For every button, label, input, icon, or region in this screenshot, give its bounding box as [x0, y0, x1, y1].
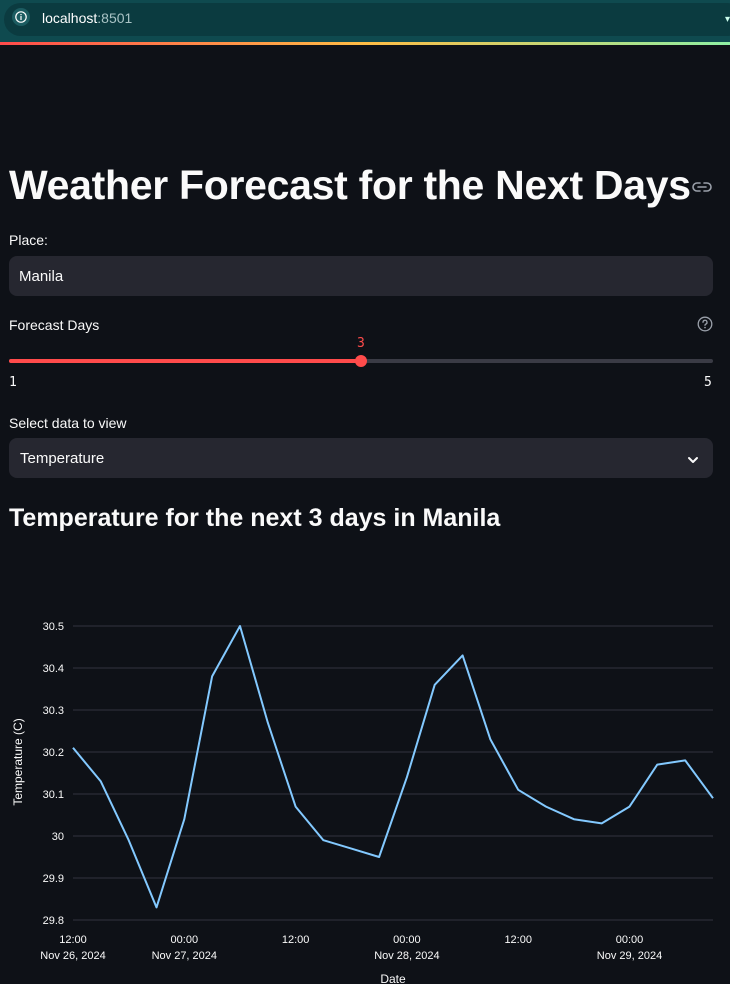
y-tick-label: 29.8: [43, 915, 64, 927]
x-tick-date-label: Nov 28, 2024: [374, 950, 439, 962]
chevron-down-icon[interactable]: ▾: [725, 14, 730, 25]
data-select-dropdown[interactable]: Temperature: [9, 438, 713, 478]
x-tick-label: 12:00: [282, 934, 310, 946]
temperature-line-chart[interactable]: 29.8 29.9 30 30.1 30.2 30.3 30.4 30.5 12:00 Nov …: [0, 600, 730, 984]
x-tick-label: 00:00: [616, 934, 644, 946]
app-header-decoration: [0, 42, 730, 45]
x-tick-label: 12:00: [504, 934, 532, 946]
chevron-down-icon[interactable]: [687, 452, 699, 470]
slider-current-value: 3: [357, 336, 365, 351]
x-tick-date-label: Nov 29, 2024: [597, 950, 662, 962]
y-tick-label: 30.2: [43, 747, 64, 759]
anchor-link-icon[interactable]: [692, 180, 712, 199]
x-tick-label: 00:00: [171, 934, 199, 946]
select-value: Temperature: [20, 450, 105, 467]
x-tick-date-label: Nov 27, 2024: [152, 950, 217, 962]
y-tick-label: 30.3: [43, 705, 64, 717]
x-tick-label: 00:00: [393, 934, 421, 946]
forecast-days-slider-fill: [9, 359, 361, 363]
select-data-label: Select data to view: [9, 415, 127, 431]
slider-min-label: 1: [9, 375, 17, 390]
chart-section-title: Temperature for the next 3 days in Manil…: [9, 504, 501, 532]
place-label: Place:: [9, 232, 48, 248]
forecast-days-slider-thumb[interactable]: [355, 355, 367, 367]
y-tick-label: 30: [52, 831, 64, 843]
y-tick-label: 30.1: [43, 789, 64, 801]
y-tick-label: 29.9: [43, 873, 64, 885]
help-icon[interactable]: [697, 316, 713, 337]
place-input[interactable]: [9, 256, 713, 296]
forecast-days-label: Forecast Days: [9, 317, 100, 333]
site-info-icon[interactable]: [12, 8, 30, 26]
url-text[interactable]: localhost:8501: [42, 10, 132, 26]
x-axis-label: Date: [380, 972, 406, 984]
y-axis-label: Temperature (C): [11, 718, 25, 805]
x-tick-label: 12:00: [59, 934, 87, 946]
page-title: Weather Forecast for the Next Days: [9, 162, 691, 208]
y-tick-label: 30.4: [43, 663, 64, 675]
browser-url-bar[interactable]: localhost:8501 ▾: [0, 0, 730, 44]
slider-max-label: 5: [704, 375, 712, 390]
x-tick-date-label: Nov 26, 2024: [40, 950, 105, 962]
y-tick-label: 30.5: [43, 621, 64, 633]
